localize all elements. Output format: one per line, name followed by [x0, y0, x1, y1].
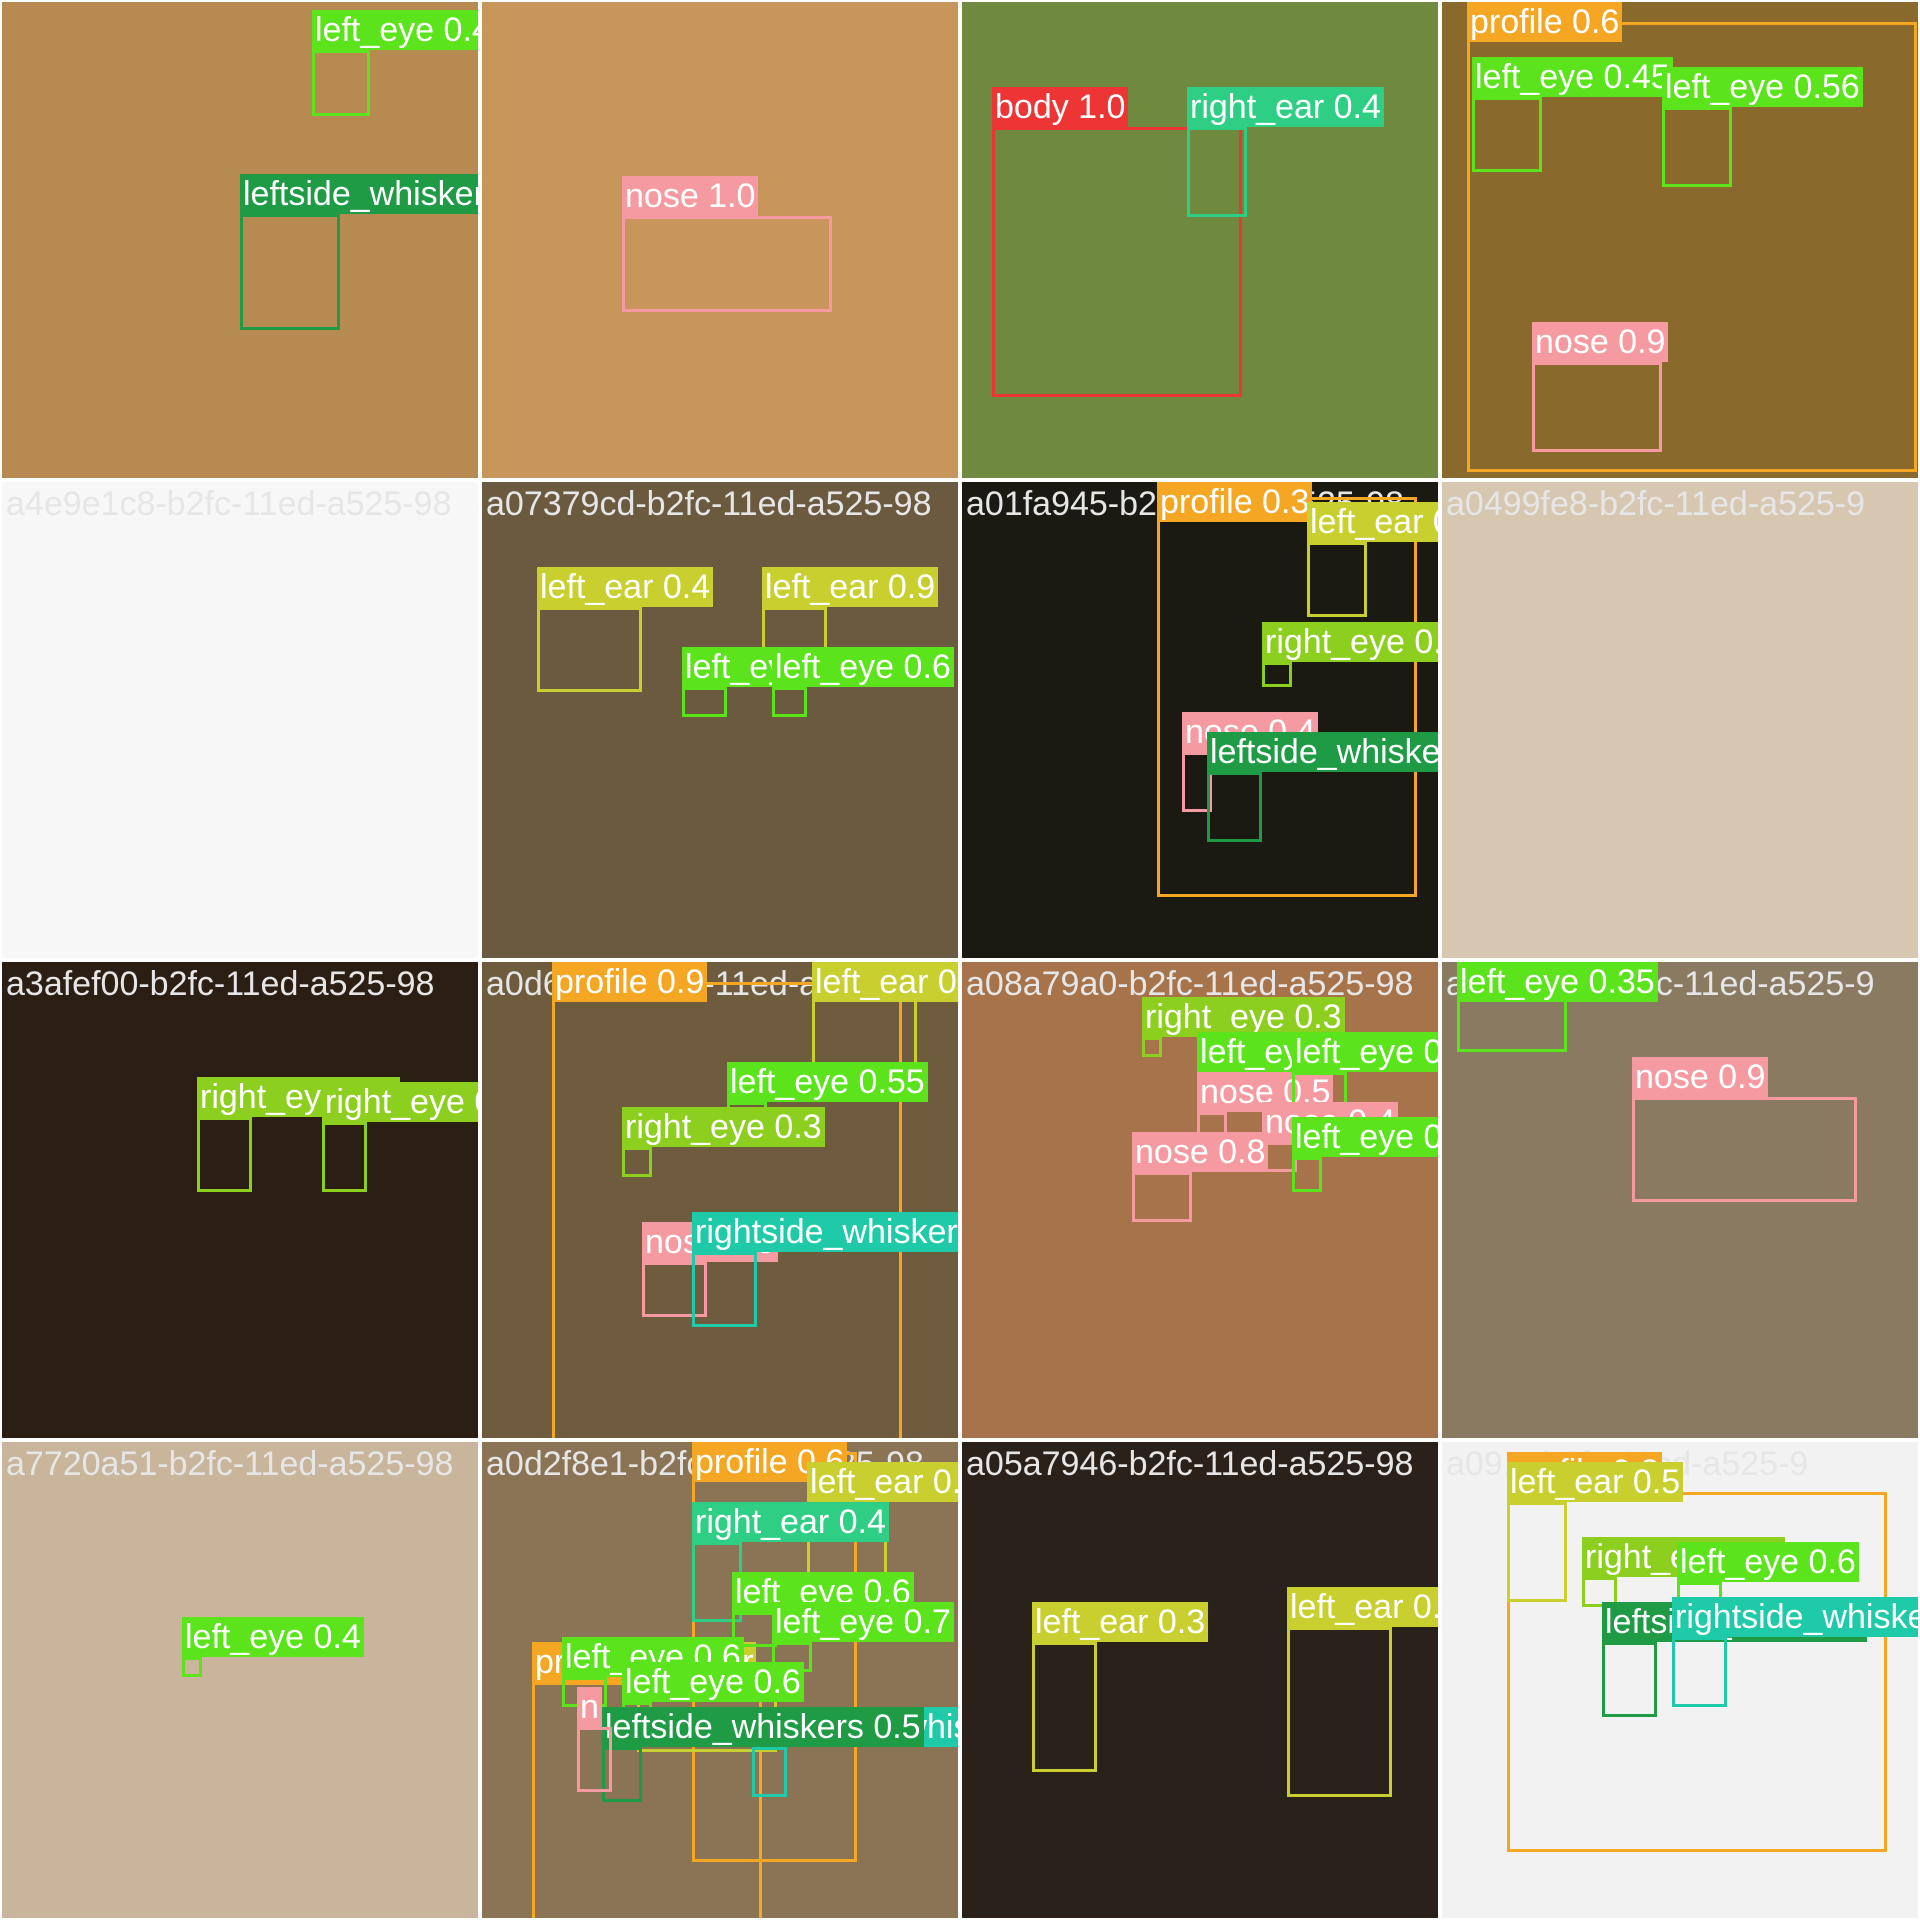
- image-tile: a08a79a0-b2fc-11ed-a525-98 right_eye 0.3 l…: [960, 960, 1440, 1440]
- image-tile: a08b7022-b2fc-11ed-a525-9 left_eye 0.35 no…: [1440, 960, 1920, 1440]
- photo-placeholder: [2, 482, 478, 958]
- detection-label: left_ear 0.9: [812, 962, 958, 1002]
- detection-label: nose 1.0: [622, 176, 759, 216]
- detection-label: leftside_whiskers 0.45: [1207, 732, 1438, 772]
- filename-label: a05a7946-b2fc-11ed-a525-98: [966, 1445, 1414, 1483]
- detection-label: right_eye 0.3: [1142, 997, 1345, 1037]
- image-tile: a0499fe8-b2fc-11ed-a525-9: [1440, 480, 1920, 960]
- image-tile: a7720a51-b2fc-11ed-a525-98 left_eye 0.4: [0, 1440, 480, 1920]
- detection-label: left_eye 0.56: [1662, 67, 1863, 107]
- detection-label: right_eye 0.8: [1262, 622, 1438, 662]
- detection-label: right_eye 0.5: [322, 1082, 478, 1122]
- image-tile: body 1.0 right_ear 0.4: [960, 0, 1440, 480]
- filename-label: a4e9e1c8-b2fc-11ed-a525-98: [6, 485, 452, 523]
- image-tile: a09...-b2fc-11ed-a525-9profile 0.8left_e…: [1440, 1440, 1920, 1920]
- photo-placeholder: [1442, 1442, 1918, 1918]
- photo-placeholder: [1442, 482, 1918, 958]
- detection-label: left_eye 0.355: [1292, 1032, 1438, 1072]
- detection-label: left_eye 0.7: [772, 1602, 954, 1642]
- image-tile: a07379cd-b2fc-11ed-a525-98 left_ear 0.4 le…: [480, 480, 960, 960]
- detection-label: nose 0.9: [1632, 1057, 1769, 1097]
- detection-label: left_eye 0.55: [727, 1062, 928, 1102]
- detection-label: left_eye 0.35: [1457, 962, 1658, 1002]
- photo-placeholder: [2, 2, 478, 478]
- detection-label: n: [577, 1687, 602, 1727]
- detection-label: left_eye 0.4: [312, 10, 478, 50]
- detection-label: left_ear 0.5: [1307, 502, 1438, 542]
- detection-label: nose 0.9: [1532, 322, 1669, 362]
- image-tile: left_eye 0.4 leftside_whiskers 0.34: [0, 0, 480, 480]
- detection-label: right_ear 0.4: [692, 1502, 889, 1542]
- photo-placeholder: [2, 1442, 478, 1918]
- detection-label: leftside_whiskers 0.5: [602, 1707, 924, 1747]
- photo-placeholder: [482, 962, 958, 1438]
- detection-label: body 1.0: [992, 87, 1129, 127]
- filename-label: a0499fe8-b2fc-11ed-a525-9: [1446, 485, 1866, 523]
- filename-label: a3afef00-b2fc-11ed-a525-98: [6, 965, 435, 1003]
- image-tile: a05a7946-b2fc-11ed-a525-98 left_ear 0.3 le…: [960, 1440, 1440, 1920]
- detection-label: left_ear 0.3: [1287, 1587, 1438, 1627]
- detection-label: left_eye 0.3.35: [1292, 1117, 1438, 1157]
- photo-placeholder: [1442, 962, 1918, 1438]
- detection-label: left_ear 0.9: [762, 567, 939, 607]
- filename-label: a07379cd-b2fc-11ed-a525-98: [486, 485, 932, 523]
- photo-placeholder: [962, 1442, 1438, 1918]
- detection-label: left_ear 0.57: [807, 1462, 958, 1502]
- detection-mosaic: left_eye 0.4 leftside_whiskers 0.34 nose 1…: [0, 0, 1920, 1920]
- detection-label: left_ear 0.4: [537, 567, 714, 607]
- detection-label: left_eye 0.45: [1472, 57, 1673, 97]
- detection-label: right_eye 0.3: [622, 1107, 825, 1147]
- detection-label: profile 0.3: [1157, 482, 1313, 522]
- image-tile: profile 0.6 left_eye 0.45 left_eye 0.56 nos…: [1440, 0, 1920, 480]
- detection-label: left_eye 0.6: [1677, 1542, 1859, 1582]
- photo-placeholder: [482, 482, 958, 958]
- image-tile: nose 1.0: [480, 0, 960, 480]
- detection-label: profile 0.6: [1467, 2, 1623, 42]
- detection-label: left_ear 0.5: [1507, 1462, 1684, 1502]
- detection-label: left_eye 0.6: [772, 647, 954, 687]
- detection-label: rightside_whiskers 0.4: [692, 1212, 958, 1252]
- detection-label: rightside_whiskers: [1672, 1597, 1918, 1637]
- filename-label: a7720a51-b2fc-11ed-a525-98: [6, 1445, 454, 1483]
- image-tile: a4e9e1c8-b2fc-11ed-a525-98: [0, 480, 480, 960]
- detection-label: left_eye 0.4: [182, 1617, 364, 1657]
- detection-label: left_eye 0.6: [622, 1662, 804, 1702]
- detection-label: nose 0.8: [1132, 1132, 1269, 1172]
- image-tile: a3afef00-b2fc-11ed-a525-98 right_eye 0.3 r…: [0, 960, 480, 1440]
- image-tile: a0d6f8e3-b2fc-11ed-a525-98profile 0.9lef…: [480, 960, 960, 1440]
- image-tile: a0d2f8e1-b2fc-11ed-a525-98profile 0.6lef…: [480, 1440, 960, 1920]
- photo-placeholder: [962, 2, 1438, 478]
- photo-placeholder: [2, 962, 478, 1438]
- detection-label: leftside_whiskers 0.34: [240, 174, 478, 214]
- detection-label: profile 0.9: [552, 962, 708, 1002]
- detection-label: right_ear 0.4: [1187, 87, 1384, 127]
- photo-placeholder: [482, 2, 958, 478]
- detection-label: left_ear 0.3: [1032, 1602, 1209, 1642]
- image-tile: a01fa945-b2fc-11ed-a525-98profile 0.3lef…: [960, 480, 1440, 960]
